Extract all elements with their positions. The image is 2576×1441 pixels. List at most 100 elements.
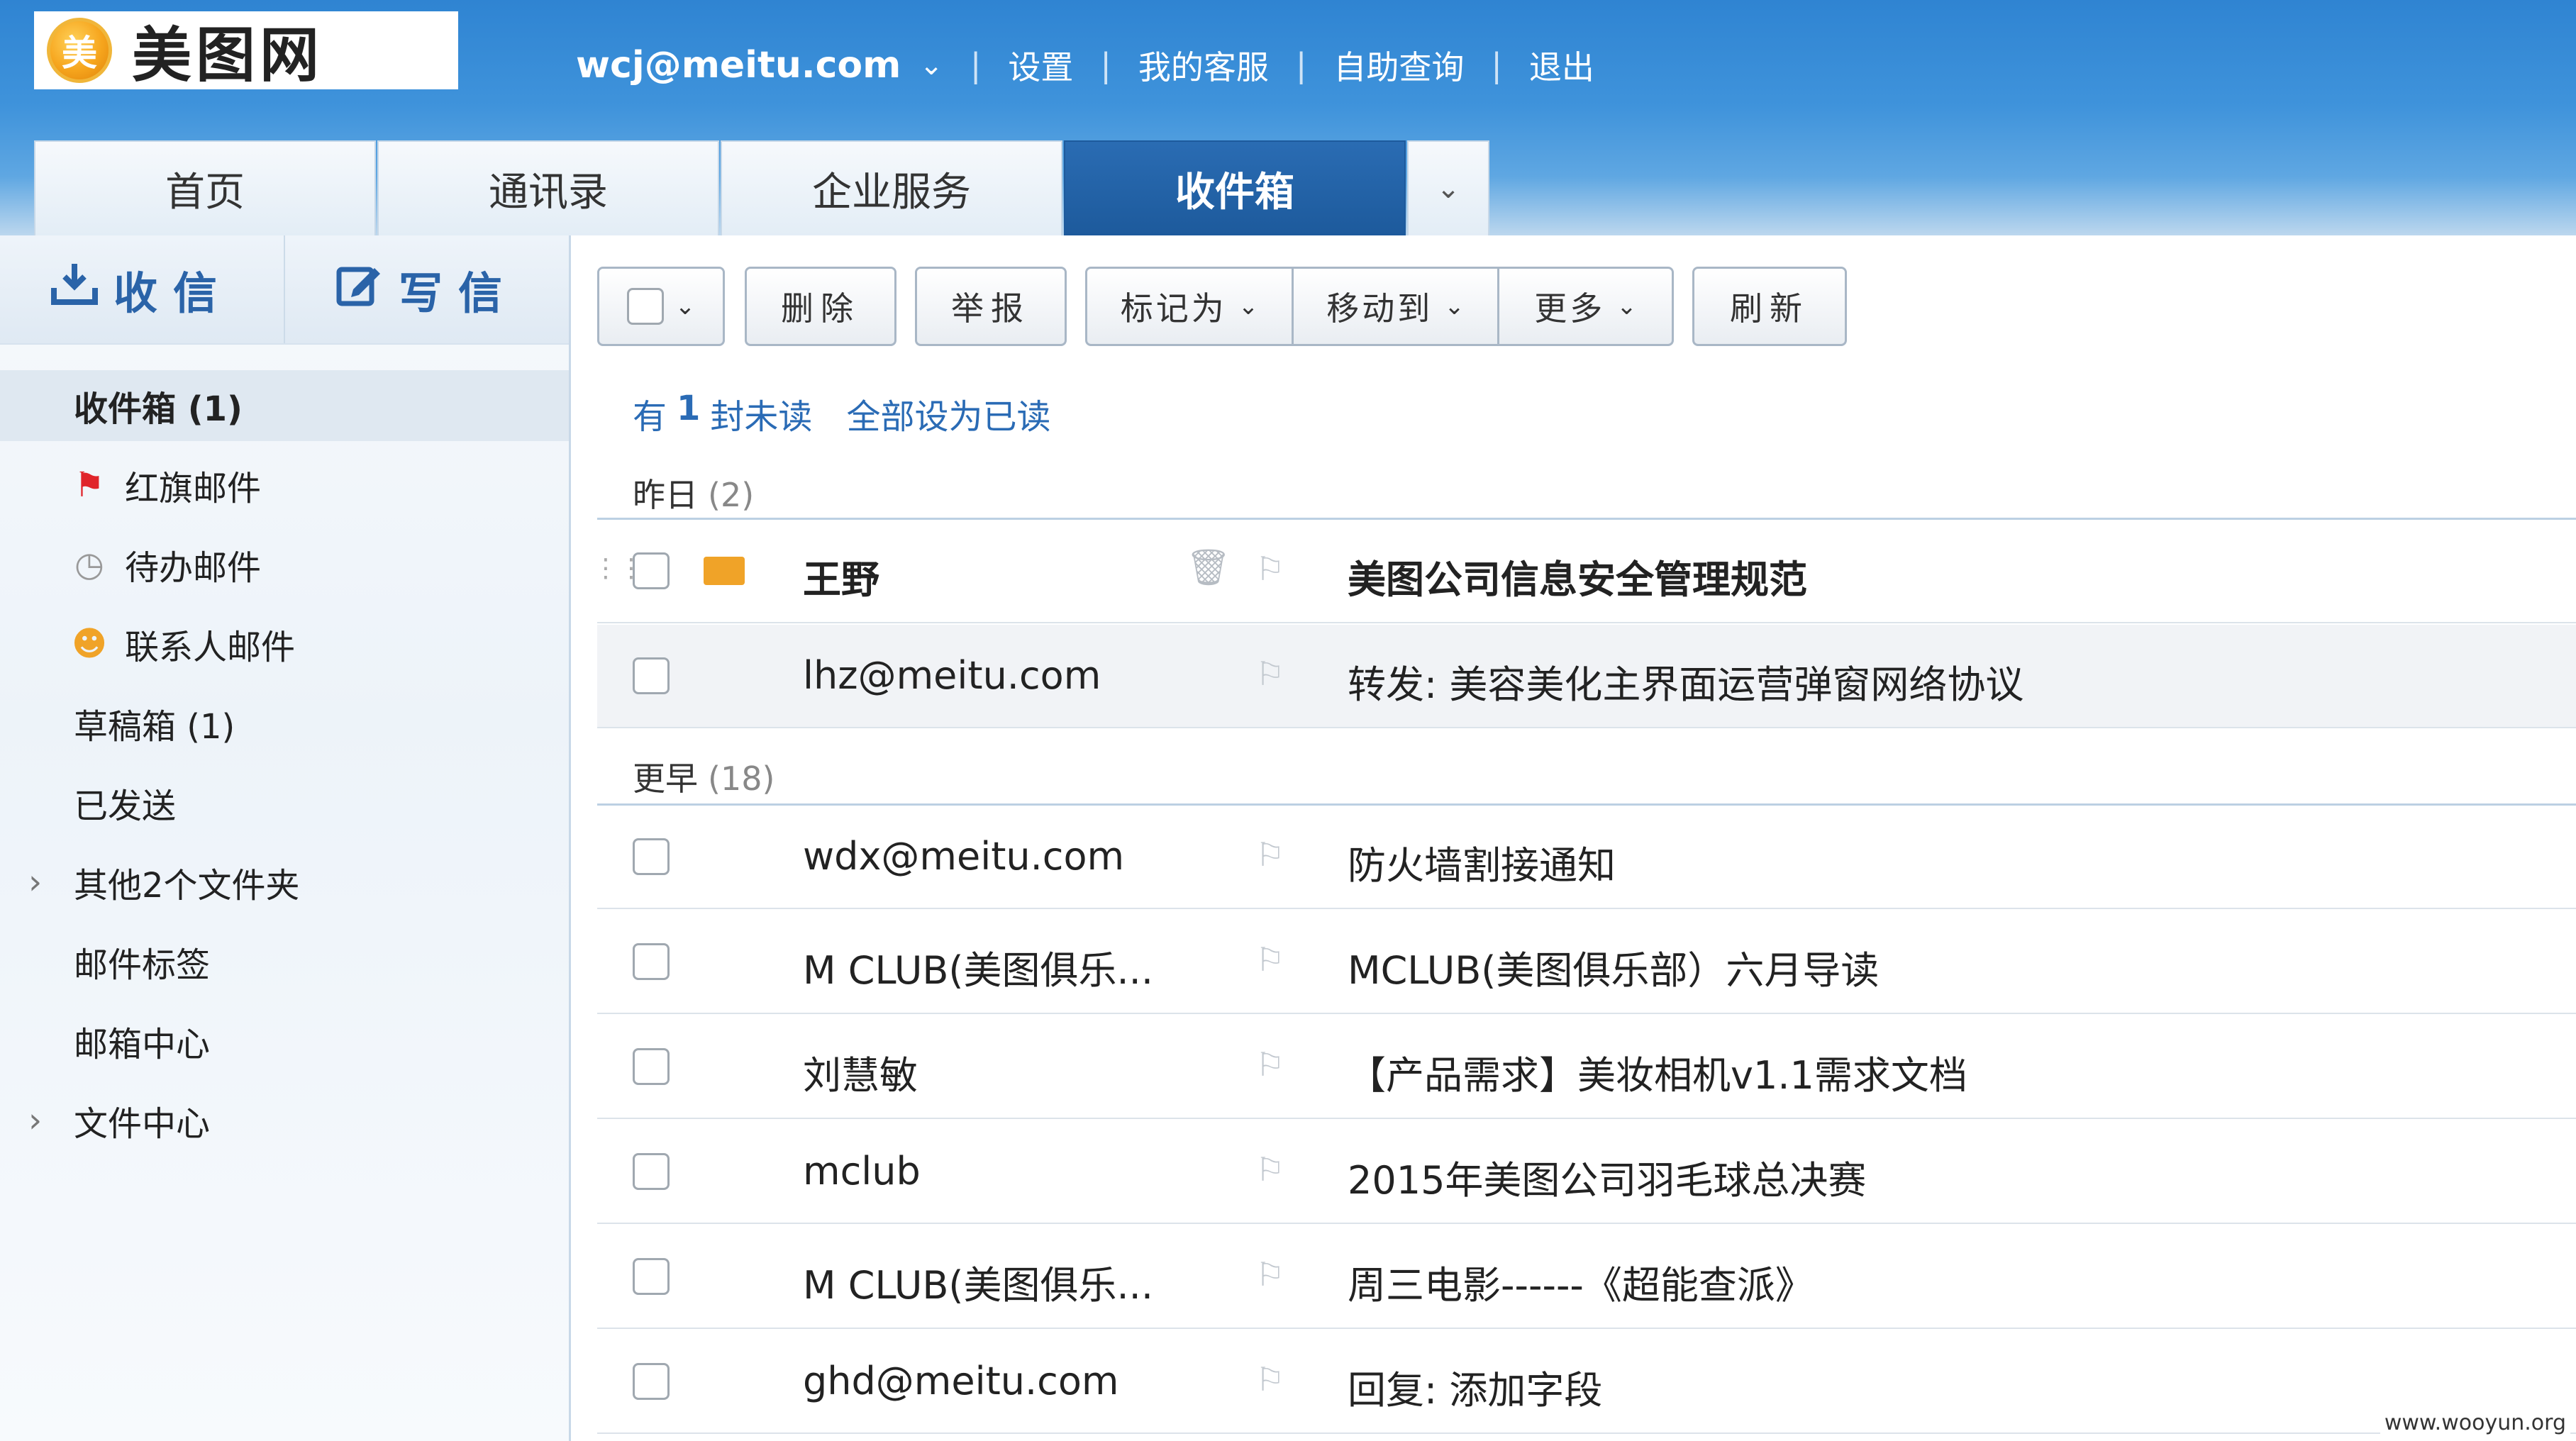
row-checkbox[interactable] (633, 657, 670, 694)
tabs-more-chevron-down-icon[interactable]: ⌄ (1407, 140, 1489, 235)
expand-chevron-right-icon[interactable]: › (28, 862, 42, 902)
group-count: (18) (708, 760, 775, 798)
chevron-down-icon: ⌄ (674, 292, 696, 321)
folder-label: 已发送 (74, 786, 177, 826)
row-checkbox[interactable] (633, 1363, 670, 1400)
folder-drafts[interactable]: 草稿箱 (1) (0, 688, 569, 759)
row-checkbox[interactable] (633, 1258, 670, 1295)
folder-file-center[interactable]: › 文件中心 (0, 1085, 569, 1156)
chevron-down-icon: ⌄ (1444, 292, 1465, 321)
select-all-dropdown[interactable]: ⌄ (597, 267, 725, 346)
more-label: 更多 (1534, 289, 1606, 328)
flag-icon[interactable]: ⚐ (1255, 835, 1284, 874)
receive-mail-label: 收信 (113, 267, 233, 319)
mail-row[interactable]: 刘慧敏 ⚐ 【产品需求】美妆相机v1.1需求文档 (597, 1016, 2576, 1119)
top-header: 美 美图网 wcj@meitu.com ⌄ | 设置 | 我的客服 | 自助查询… (0, 0, 2576, 235)
mail-row[interactable]: M CLUB(美图俱乐... ⚐ 周三电影------《超能查派》 (597, 1225, 2576, 1329)
folder-label: 草稿箱 (1) (74, 707, 235, 747)
customer-service-link[interactable]: 我的客服 (1138, 42, 1269, 89)
mail-sender: ghd@meitu.com (803, 1359, 1119, 1403)
tab-contacts[interactable]: 通讯录 (377, 140, 719, 235)
folder-label: 邮件标签 (74, 945, 211, 985)
tab-enterprise-services[interactable]: 企业服务 (721, 140, 1062, 235)
mail-sender: M CLUB(美图俱乐... (803, 948, 1153, 993)
folder-sent[interactable]: 已发送 (0, 767, 569, 838)
move-to-dropdown[interactable]: 移动到 ⌄ (1294, 267, 1499, 346)
logo-mark-icon: 美 (47, 18, 112, 83)
tab-home[interactable]: 首页 (34, 140, 376, 235)
mark-as-dropdown[interactable]: 标记为 ⌄ (1085, 267, 1294, 346)
mail-row[interactable]: mclub ⚐ 2015年美图公司羽毛球总决赛 (597, 1120, 2576, 1224)
mail-row[interactable]: wdx@meitu.com ⚐ 防火墙割接通知 (597, 806, 2576, 909)
flag-icon[interactable]: ⚐ (1255, 1150, 1284, 1189)
divider: | (1100, 46, 1111, 84)
self-service-link[interactable]: 自助查询 (1333, 42, 1464, 89)
flag-icon[interactable]: ⚐ (1255, 1255, 1284, 1293)
mail-row[interactable]: lhz@meitu.com ⚐ 转发: 美容美化主界面运营弹窗网络协议 (597, 625, 2576, 728)
folder-todo[interactable]: ◷ 待办邮件 (0, 529, 569, 600)
logo-text: 美图网 (132, 20, 324, 90)
row-checkbox[interactable] (633, 552, 670, 589)
expand-chevron-right-icon[interactable]: › (28, 1101, 42, 1140)
group-count: (2) (708, 476, 755, 514)
group-name: 昨日 (633, 476, 698, 514)
folder-inbox[interactable]: 收件箱 (1) (0, 370, 569, 441)
delete-button[interactable]: 删除 (745, 267, 896, 346)
row-checkbox[interactable] (633, 943, 670, 980)
report-button[interactable]: 举报 (915, 267, 1067, 346)
folder-other[interactable]: › 其他2个文件夹 (0, 847, 569, 918)
trash-icon[interactable]: 🗑 (1186, 547, 1231, 589)
flag-icon[interactable]: ⚐ (1255, 940, 1284, 979)
folder-mail-tags[interactable]: 邮件标签 (0, 926, 569, 997)
clock-icon: ◷ (74, 545, 104, 584)
row-checkbox[interactable] (633, 838, 670, 875)
account-chevron-down-icon[interactable]: ⌄ (919, 49, 943, 82)
move-to-label: 移动到 (1326, 289, 1433, 328)
flag-icon[interactable]: ⚐ (1255, 1045, 1284, 1084)
tab-inbox[interactable]: 收件箱 (1064, 140, 1406, 235)
mark-all-read-link[interactable]: 全部设为已读 (846, 389, 1050, 438)
unread-envelope-icon (704, 557, 745, 585)
divider: | (970, 46, 982, 84)
more-dropdown[interactable]: 更多 ⌄ (1499, 267, 1674, 346)
mail-row[interactable]: ghd@meitu.com ⚐ 回复: 添加字段 (597, 1330, 2576, 1434)
unread-info: 有 1 封未读 全部设为已读 (633, 389, 1050, 438)
folder-red-flag[interactable]: ⚑ 红旗邮件 (0, 450, 569, 521)
row-checkbox[interactable] (633, 1048, 670, 1085)
row-checkbox[interactable] (633, 1153, 670, 1190)
folder-label: 红旗邮件 (125, 469, 262, 508)
mark-as-label: 标记为 (1120, 289, 1227, 328)
mail-row[interactable]: ⋮⋮ 王野 🗑 ⚐ 美图公司信息安全管理规范 (593, 520, 2576, 623)
refresh-button[interactable]: 刷新 (1692, 267, 1847, 346)
mail-sender: wdx@meitu.com (803, 834, 1125, 879)
folder-label: 联系人邮件 (125, 628, 296, 667)
select-all-checkbox[interactable] (626, 288, 664, 325)
compose-mail-button[interactable]: 写信 (284, 235, 569, 343)
unread-suffix[interactable]: 封未读 (710, 389, 812, 438)
mail-subject: 周三电影------《超能查派》 (1348, 1263, 1814, 1308)
red-flag-icon: ⚑ (74, 465, 105, 505)
unread-count: 1 (677, 389, 701, 428)
download-tray-icon (50, 262, 98, 317)
mail-subject: 回复: 添加字段 (1348, 1368, 1603, 1413)
mark-move-more-group: 标记为 ⌄ 移动到 ⌄ 更多 ⌄ (1085, 267, 1674, 346)
mail-subject: MCLUB(美图俱乐部）六月导读 (1348, 948, 1880, 993)
group-name: 更早 (633, 760, 698, 798)
chevron-down-icon: ⌄ (1238, 292, 1259, 321)
flag-icon[interactable]: ⚐ (1255, 1360, 1284, 1398)
divider: | (1295, 46, 1307, 84)
flag-icon[interactable]: ⚐ (1255, 655, 1284, 693)
logo[interactable]: 美 美图网 (34, 11, 458, 90)
receive-mail-button[interactable]: 收信 (0, 235, 284, 343)
settings-link[interactable]: 设置 (1008, 42, 1073, 89)
account-name[interactable]: wcj@meitu.com (576, 44, 901, 87)
mail-subject: 美图公司信息安全管理规范 (1348, 557, 1807, 602)
compose-bar: 收信 写信 (0, 235, 569, 345)
folder-contact-mail[interactable]: ☻ 联系人邮件 (0, 608, 569, 679)
flag-icon[interactable]: ⚐ (1255, 550, 1284, 588)
folder-mail-center[interactable]: 邮箱中心 (0, 1006, 569, 1076)
folder-label: 文件中心 (74, 1104, 211, 1144)
logout-link[interactable]: 退出 (1529, 42, 1594, 89)
mail-subject: 2015年美图公司羽毛球总决赛 (1348, 1158, 1867, 1203)
mail-row[interactable]: M CLUB(美图俱乐... ⚐ MCLUB(美图俱乐部）六月导读 (597, 911, 2576, 1014)
